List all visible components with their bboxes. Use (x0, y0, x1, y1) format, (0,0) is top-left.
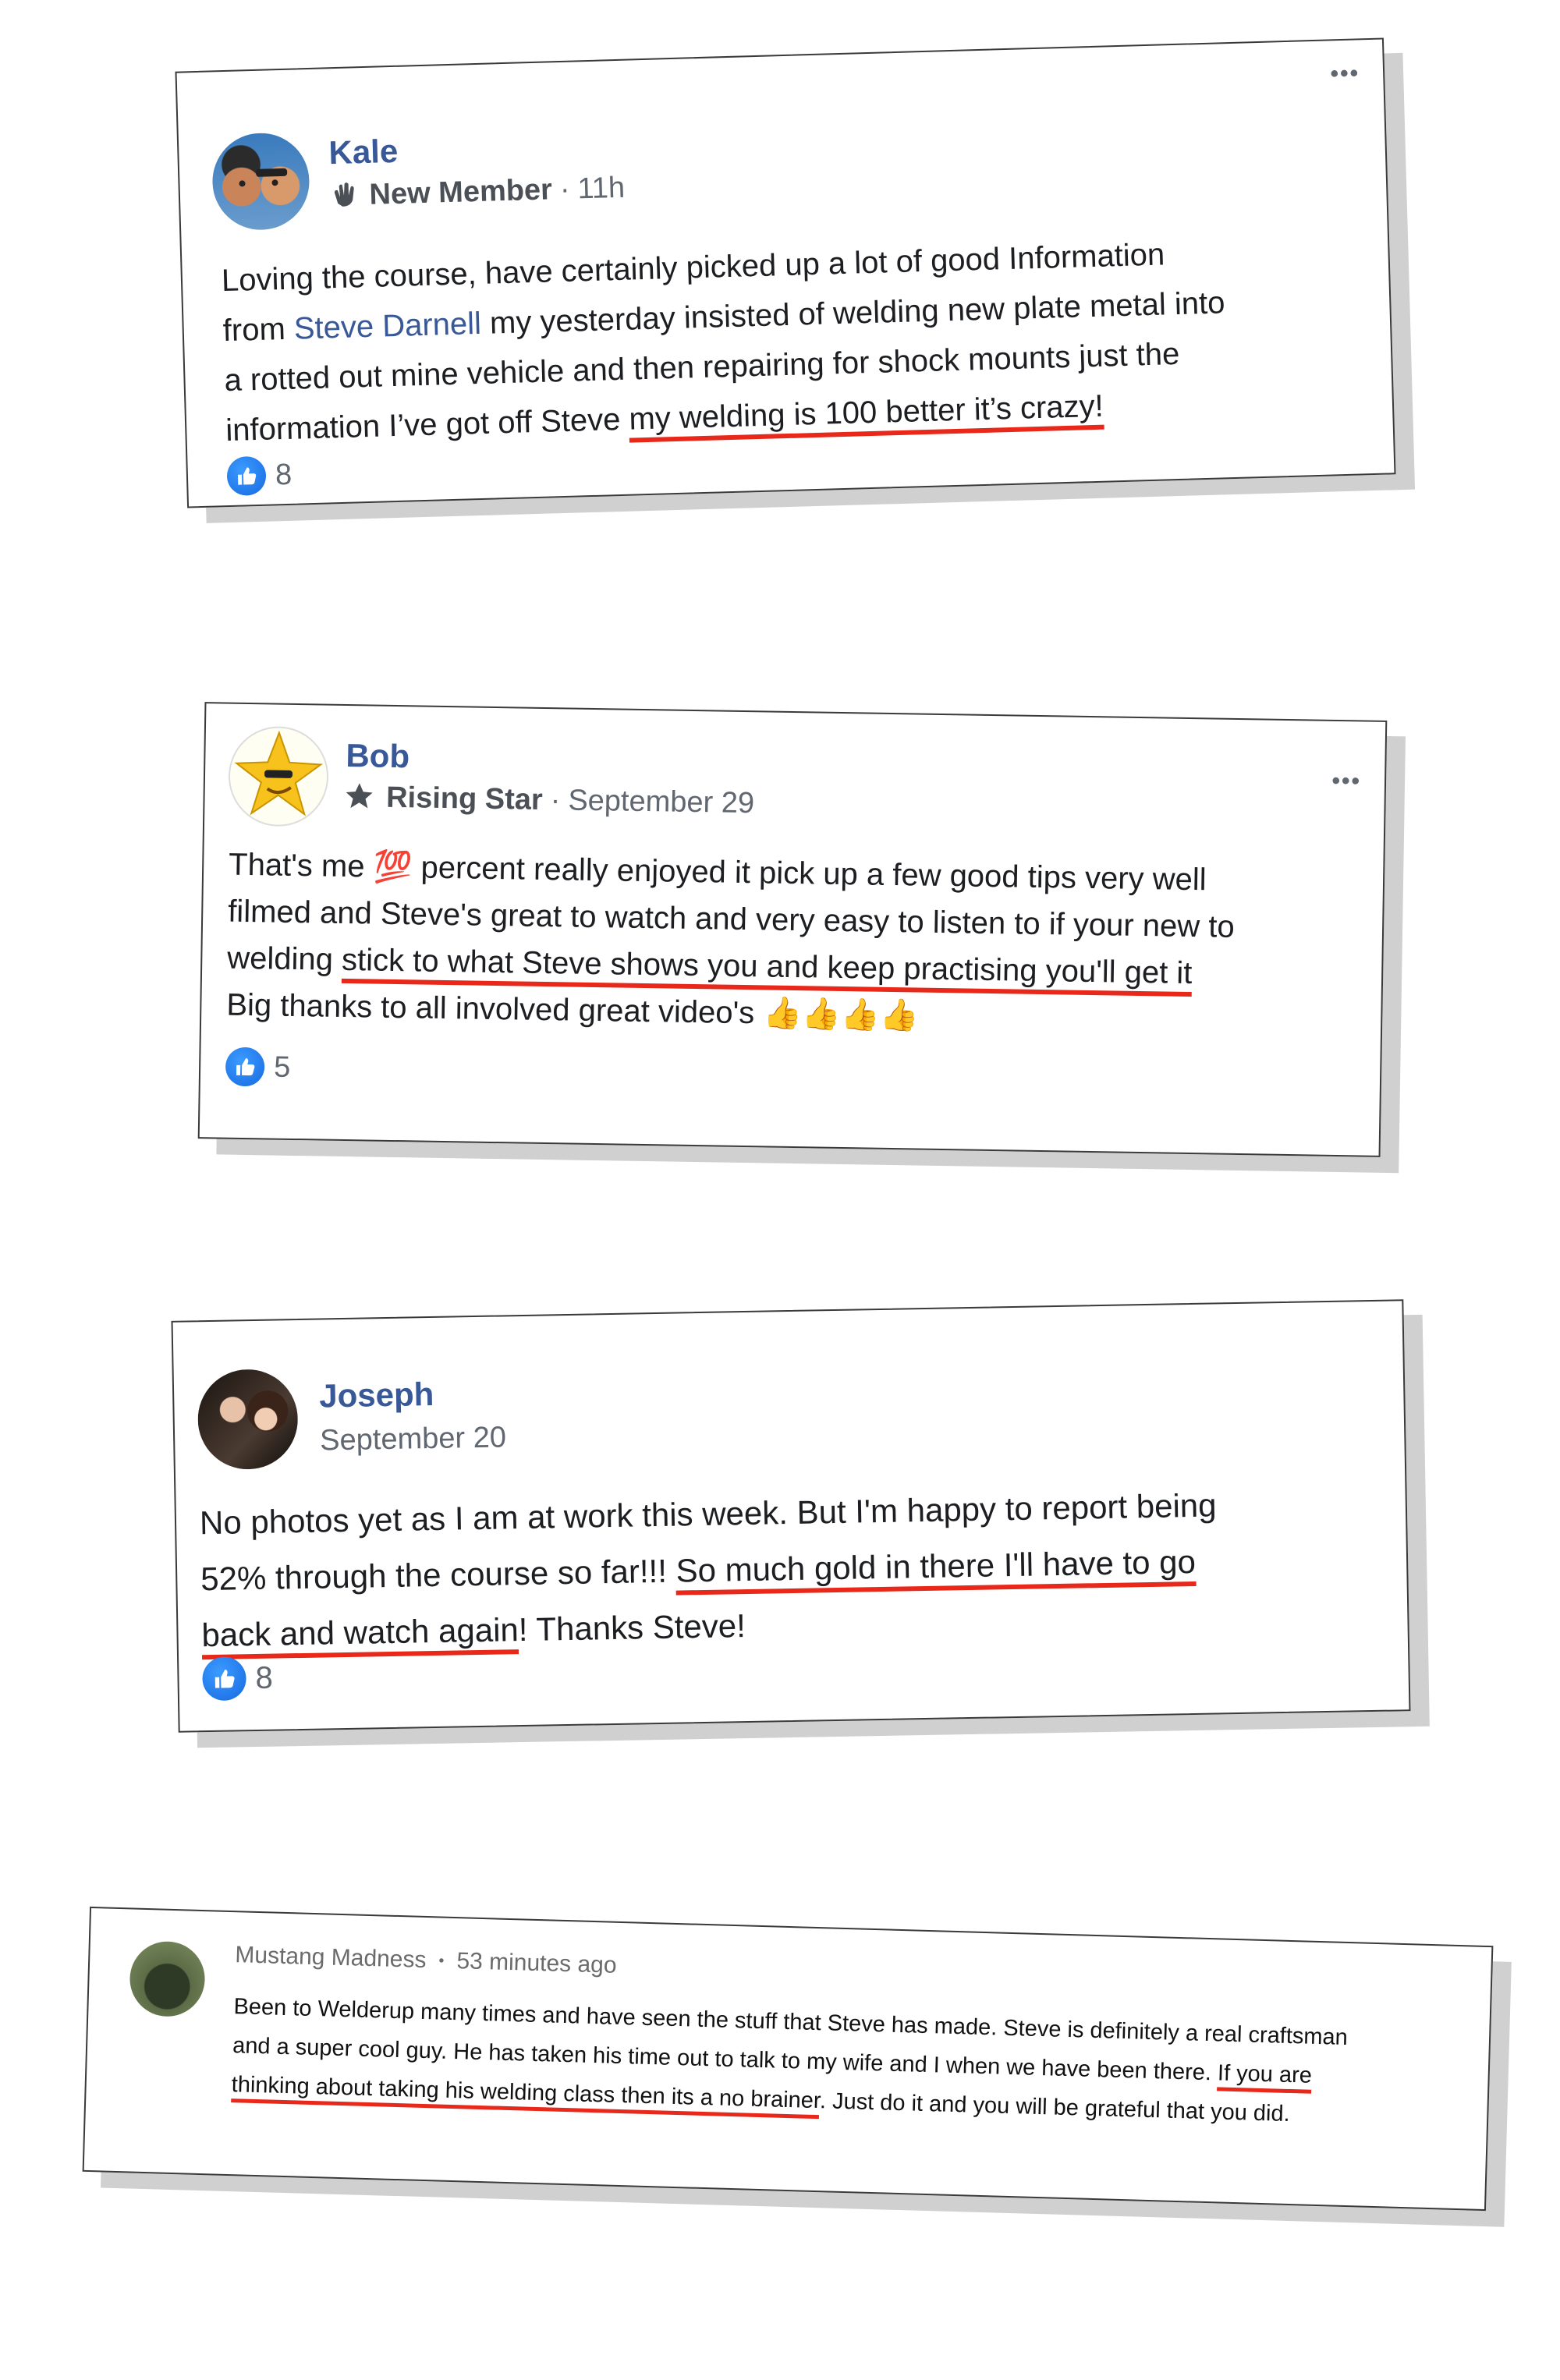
reaction-summary[interactable]: 8 (226, 455, 292, 497)
mention-link[interactable]: Steve Darnell (293, 306, 481, 346)
star-badge-icon (345, 781, 378, 818)
like-count: 8 (255, 1660, 274, 1695)
author-meta: Rising Star · September 29 (345, 781, 754, 823)
timestamp[interactable]: 11h (577, 172, 626, 206)
like-count: 8 (275, 458, 292, 491)
highlight-underline: my welding is 100 better it’s crazy! (628, 388, 1104, 443)
comment-card-kale: Kale New Member · 11h ••• Loving the cours… (175, 37, 1396, 508)
thumbs-up-emoji: 👍👍👍👍 (762, 996, 919, 1033)
author-name[interactable]: Kale (328, 133, 399, 172)
like-icon (202, 1656, 247, 1702)
like-icon (226, 455, 267, 497)
avatar[interactable] (228, 725, 330, 827)
avatar[interactable] (211, 132, 311, 232)
reaction-summary[interactable]: 8 (202, 1656, 273, 1702)
highlight-underline: thinking about taking his welding class … (231, 2072, 821, 2120)
comment-body: Been to Welderup many times and have see… (231, 1987, 1348, 2135)
comment-card-bob: Bob Rising Star · September 29 ••• That's … (197, 702, 1388, 1157)
like-icon (225, 1047, 265, 1087)
timestamp[interactable]: September 29 (568, 784, 754, 820)
timestamp[interactable]: September 20 (320, 1421, 506, 1457)
like-count: 5 (273, 1050, 291, 1084)
avatar[interactable] (197, 1369, 299, 1471)
highlight-underline: If you are (1217, 2060, 1313, 2094)
author-name[interactable]: Joseph (319, 1376, 434, 1415)
avatar[interactable] (129, 1940, 206, 2018)
author-meta: New Member · 11h (329, 172, 626, 218)
comment-card-mustang-madness: Mustang Madness • 53 minutes ago Been to W… (82, 1906, 1494, 2212)
more-options-button[interactable]: ••• (1330, 60, 1360, 87)
highlight-underline: So much gold in there I'll have to go (675, 1542, 1197, 1596)
more-options-button[interactable]: ••• (1331, 768, 1361, 795)
author-meta: Mustang Madness • 53 minutes ago (234, 1942, 618, 1978)
timestamp[interactable]: 53 minutes ago (456, 1948, 617, 1978)
comment-body: No photos yet as I am at work this week.… (199, 1477, 1218, 1663)
author-name[interactable]: Bob (346, 737, 410, 775)
comment-body: Loving the course, have certainly picked… (221, 228, 1228, 455)
reaction-summary[interactable]: 5 (225, 1047, 291, 1087)
comment-body: That's me 💯 percent really enjoyed it pi… (226, 841, 1236, 1044)
member-badge: Rising Star (385, 781, 544, 816)
member-badge: New Member (368, 173, 553, 211)
star-mascot (234, 730, 324, 816)
hundred-emoji: 💯 (373, 849, 413, 885)
highlight-underline: back and watch again (201, 1611, 519, 1660)
avatar-photo (239, 168, 288, 187)
author-name[interactable]: Mustang Madness (235, 1942, 427, 1973)
comment-card-joseph: Joseph September 20 No photos yet as I a… (171, 1299, 1411, 1733)
wave-hand-icon (329, 179, 361, 218)
